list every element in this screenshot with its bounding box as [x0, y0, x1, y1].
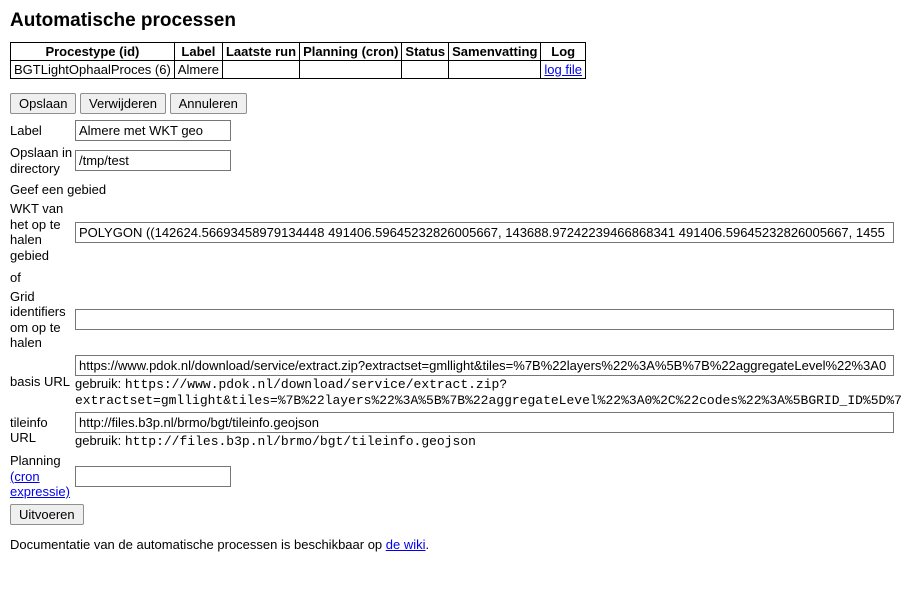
- verwijderen-button[interactable]: Verwijderen: [80, 93, 166, 114]
- process-table: Procestype (id) Label Laatste run Planni…: [10, 42, 586, 79]
- label-input[interactable]: [75, 120, 231, 141]
- cell-status: [402, 61, 449, 79]
- label-label: Label: [10, 123, 75, 138]
- log-file-link[interactable]: log file: [544, 62, 582, 77]
- th-label: Label: [174, 43, 222, 61]
- wkt-label: WKT van het op te halen gebied: [10, 201, 75, 263]
- th-planning: Planning (cron): [300, 43, 402, 61]
- planning-label: Planning (cron expressie): [10, 453, 75, 500]
- table-row: BGTLightOphaalProces (6) Almere log file: [11, 61, 586, 79]
- th-laatste-run: Laatste run: [222, 43, 299, 61]
- tileinfo-hint: gebruik: http://files.b3p.nl/brmo/bgt/ti…: [75, 433, 894, 449]
- footer-text: Documentatie van de automatische process…: [10, 537, 894, 552]
- grid-label: Grid identifiers om op te halen: [10, 289, 75, 351]
- annuleren-button[interactable]: Annuleren: [170, 93, 247, 114]
- th-status: Status: [402, 43, 449, 61]
- cell-laatste-run: [222, 61, 299, 79]
- wkt-input[interactable]: [75, 222, 894, 243]
- page-title: Automatische processen: [10, 10, 894, 32]
- basisurl-label: basis URL: [10, 374, 75, 390]
- th-procestype: Procestype (id): [11, 43, 175, 61]
- tileinfo-input[interactable]: [75, 412, 894, 433]
- opslaan-button[interactable]: Opslaan: [10, 93, 76, 114]
- cell-procestype: BGTLightOphaalProces (6): [11, 61, 175, 79]
- basisurl-hint: gebruik: https://www.pdok.nl/download/se…: [75, 376, 894, 408]
- geef-gebied-label: Geef een gebied: [10, 182, 894, 197]
- de-wiki-link[interactable]: de wiki: [386, 537, 426, 552]
- cell-samenvatting: [449, 61, 541, 79]
- cron-expressie-link[interactable]: (cron expressie): [10, 469, 70, 500]
- planning-input[interactable]: [75, 466, 231, 487]
- cell-label: Almere: [174, 61, 222, 79]
- of-label: of: [10, 270, 894, 285]
- basisurl-input[interactable]: [75, 355, 894, 376]
- th-samenvatting: Samenvatting: [449, 43, 541, 61]
- grid-input[interactable]: [75, 309, 894, 330]
- dir-input[interactable]: [75, 150, 231, 171]
- tileinfo-label: tileinfo URL: [10, 415, 75, 446]
- dir-label: Opslaan in directory: [10, 145, 75, 176]
- uitvoeren-button[interactable]: Uitvoeren: [10, 504, 84, 525]
- cell-log: log file: [541, 61, 586, 79]
- cell-planning: [300, 61, 402, 79]
- th-log: Log: [541, 43, 586, 61]
